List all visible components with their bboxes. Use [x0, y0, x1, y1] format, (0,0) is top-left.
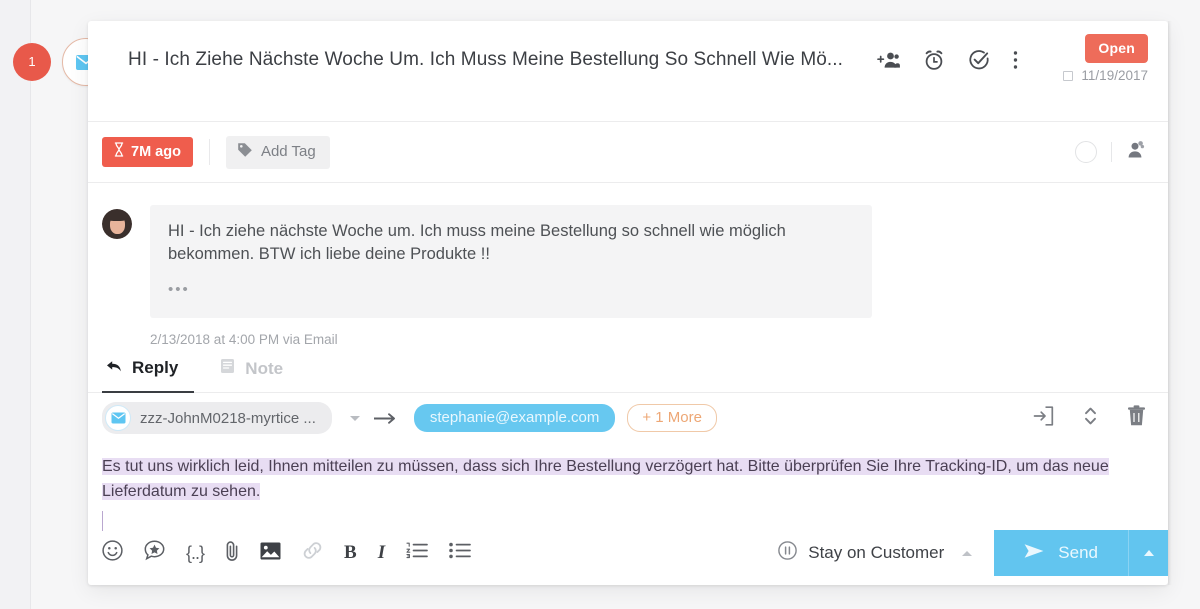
- snooze-alarm-icon[interactable]: [923, 49, 945, 71]
- expand-into-box-icon[interactable]: [1033, 406, 1054, 431]
- conversation-date: 11/19/2017: [1063, 68, 1148, 83]
- selected-text: Es tut uns wirklich leid, Ihnen mitteile…: [102, 458, 1109, 500]
- composer-toolbar: {..} B I: [88, 521, 1168, 585]
- status-action-label: Stay on Customer: [808, 543, 944, 563]
- add-tag-label: Add Tag: [261, 143, 316, 160]
- image-icon[interactable]: [260, 542, 281, 565]
- from-label: zzz-JohnM0218-myrtice ...: [140, 410, 316, 427]
- hourglass-icon: [114, 142, 124, 161]
- add-people-icon[interactable]: [877, 51, 900, 69]
- paper-plane-icon: [1024, 543, 1044, 564]
- page-title: HI - Ich Ziehe Nächste Woche Um. Ich Mus…: [128, 49, 877, 71]
- emoji-icon[interactable]: [102, 540, 123, 566]
- header-status-block: Open 11/19/2017: [1044, 30, 1148, 90]
- reply-arrow-icon: [106, 358, 122, 378]
- conversation-header: HI - Ich Ziehe Nächste Woche Um. Ich Mus…: [88, 21, 1168, 99]
- recipients-actions: [1033, 405, 1146, 432]
- from-dropdown-caret-icon[interactable]: [350, 416, 360, 421]
- bullet-list-icon[interactable]: [449, 542, 471, 564]
- send-options-button[interactable]: [1128, 530, 1168, 576]
- link-icon[interactable]: [302, 542, 323, 564]
- message-item: HI - Ich ziehe nächste Woche um. Ich mus…: [102, 205, 1168, 318]
- status-caret-up-icon[interactable]: [962, 551, 972, 556]
- avatar-fringe: [106, 211, 128, 221]
- app-background: 1 HI - Ich Ziehe Nächste Woche Um. Ich M…: [0, 0, 1200, 609]
- from-envelope-icon: [105, 405, 131, 431]
- send-button-group: Send: [994, 530, 1168, 576]
- more-vertical-icon[interactable]: [1013, 50, 1018, 70]
- unread-count-badge[interactable]: 1: [13, 43, 51, 81]
- reply-editor-text[interactable]: Es tut uns wirklich leid, Ihnen mitteile…: [102, 455, 1154, 505]
- message-thread: HI - Ich ziehe nächste Woche um. Ich mus…: [88, 183, 1168, 347]
- send-button[interactable]: Send: [994, 530, 1128, 576]
- add-tag-button[interactable]: Add Tag: [226, 136, 330, 169]
- conversation-date-text: 11/19/2017: [1081, 68, 1148, 83]
- tab-reply-label: Reply: [132, 358, 178, 378]
- send-caret-up-icon: [1144, 550, 1154, 556]
- note-icon: [220, 358, 235, 379]
- message-bubble: HI - Ich ziehe nächste Woche um. Ich mus…: [150, 205, 872, 318]
- send-controls: Stay on Customer Send: [778, 521, 1168, 585]
- subbar-divider: [1111, 142, 1112, 162]
- message-text-line1: HI - Ich ziehe nächste Woche um. Ich mus…: [168, 222, 786, 240]
- send-label: Send: [1058, 543, 1098, 563]
- tab-note[interactable]: Note: [216, 358, 299, 392]
- tab-note-label: Note: [245, 359, 283, 379]
- italic-icon[interactable]: I: [378, 542, 385, 564]
- age-badge[interactable]: 7M ago: [102, 137, 193, 167]
- avatar: [102, 209, 132, 239]
- status-badge[interactable]: Open: [1085, 34, 1148, 63]
- age-badge-text: 7M ago: [131, 144, 181, 160]
- status-circle-icon[interactable]: [1075, 141, 1097, 163]
- header-actions: [877, 49, 1018, 71]
- format-tools: {..} B I: [102, 540, 471, 567]
- conversation-card: HI - Ich Ziehe Nächste Woche Um. Ich Mus…: [88, 21, 1168, 585]
- check-circle-icon[interactable]: [968, 49, 990, 71]
- attachment-icon[interactable]: [225, 540, 239, 567]
- pause-icon: [778, 541, 797, 565]
- card-shadow-edge: [1168, 21, 1172, 585]
- more-recipients-chip[interactable]: + 1 More: [627, 404, 717, 432]
- tag-icon: [237, 142, 253, 162]
- message-expand-ellipsis[interactable]: •••: [168, 279, 854, 300]
- tags-toolbar: 7M ago Add Tag: [88, 121, 1168, 183]
- bold-icon[interactable]: B: [344, 542, 357, 564]
- saved-reply-icon[interactable]: [144, 540, 165, 566]
- tab-reply[interactable]: Reply: [102, 358, 194, 393]
- subbar-right-actions: [1075, 140, 1146, 165]
- recipients-row: zzz-JohnM0218-myrtice ... stephanie@exam…: [88, 393, 1168, 443]
- toolbar-divider: [209, 139, 210, 165]
- rail-divider: [30, 0, 31, 609]
- left-rail: [0, 0, 30, 609]
- assignee-icon[interactable]: [1126, 140, 1146, 165]
- ordered-list-icon[interactable]: [406, 542, 428, 564]
- to-recipient-chip[interactable]: stephanie@example.com: [414, 404, 615, 432]
- snippet-icon[interactable]: {..}: [186, 543, 204, 564]
- calendar-icon: [1063, 71, 1073, 81]
- composer-tabs: Reply Note: [88, 339, 1168, 393]
- trash-icon[interactable]: [1127, 405, 1146, 432]
- arrow-right-icon: [374, 413, 398, 424]
- status-action-button[interactable]: Stay on Customer: [778, 541, 944, 565]
- from-chip[interactable]: zzz-JohnM0218-myrtice ...: [102, 402, 332, 434]
- collapse-expand-icon[interactable]: [1084, 405, 1097, 432]
- message-text-line2: bekommen. BTW ich liebe deine Produkte !…: [168, 245, 490, 263]
